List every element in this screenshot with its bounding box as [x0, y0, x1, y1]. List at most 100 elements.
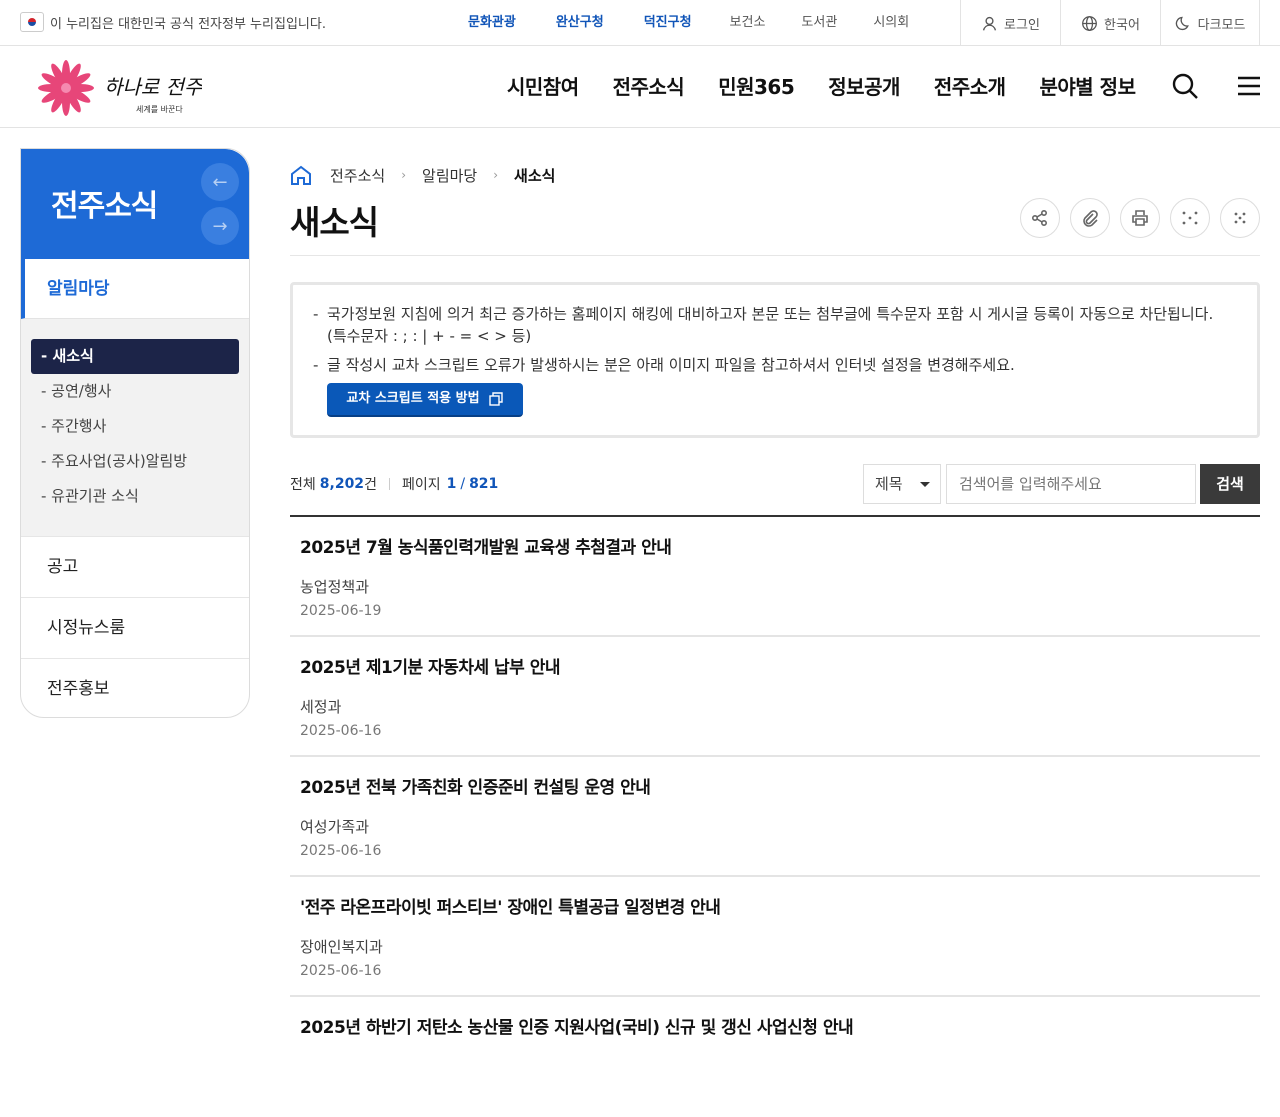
- nav-civic-participation[interactable]: 시민참여: [490, 46, 596, 128]
- family-site-links: 문화관광 완산구청 덕진구청 보건소 도서관 시의회: [448, 0, 927, 46]
- page-separator: /: [460, 476, 466, 492]
- submenu-weekly-events[interactable]: - 주간행사: [31, 409, 239, 444]
- submenu-related-orgs[interactable]: - 유관기관 소식: [31, 479, 239, 514]
- notice-box: 국가정보원 지침에 의거 최근 증가하는 홈페이지 해킹에 대비하고자 본문 또…: [290, 282, 1260, 438]
- nav-info-disclosure[interactable]: 정보공개: [811, 46, 917, 128]
- board-summary: 전체 8,202 건 페이지 1 / 821: [290, 474, 498, 494]
- arrow-right-icon: →: [212, 215, 228, 237]
- attachment-button[interactable]: [1070, 198, 1110, 238]
- site-link-library[interactable]: 도서관: [783, 0, 855, 46]
- side-nav-section-notice-board[interactable]: 알림마당: [21, 259, 249, 319]
- submenu-news[interactable]: - 새소식: [31, 339, 239, 374]
- prev-menu-button[interactable]: ←: [201, 163, 239, 201]
- post-list: 2025년 7월 농식품인력개발원 교육생 추첨결과 안내 농업정책과 2025…: [290, 515, 1260, 1117]
- globe-icon: [1082, 15, 1097, 31]
- post-row[interactable]: '전주 라온프라이빗 퍼스티브' 장애인 특별공급 일정변경 안내 장애인복지과…: [290, 877, 1260, 997]
- post-title[interactable]: 2025년 제1기분 자동차세 납부 안내: [300, 653, 1260, 678]
- search-icon[interactable]: [1171, 72, 1199, 100]
- side-nav-announcements[interactable]: 공고: [21, 536, 249, 597]
- breadcrumb-jeonju-news[interactable]: 전주소식: [330, 165, 385, 186]
- summary-divider: [388, 478, 390, 490]
- breadcrumb-current: 새소식: [514, 166, 556, 185]
- page-total: 821: [469, 476, 499, 492]
- svg-text:세계를 바꾼다: 세계를 바꾼다: [136, 104, 183, 114]
- title-divider: [290, 255, 1260, 256]
- search-input[interactable]: [946, 464, 1196, 504]
- side-nav-header: 전주소식 ← →: [21, 149, 249, 259]
- gov-notice-text: 이 누리집은 대한민국 공식 전자정부 누리집입니다.: [50, 16, 326, 32]
- xss-guide-button[interactable]: 교차 스크립트 적용 방법: [327, 383, 523, 417]
- svg-text:하나로 전주: 하나로 전주: [104, 75, 202, 99]
- flower-logo-icon: 하나로 전주 세계를 바꾼다: [38, 60, 204, 116]
- post-title[interactable]: '전주 라온프라이빗 퍼스티브' 장애인 특별공급 일정변경 안내: [300, 893, 1260, 918]
- post-title[interactable]: 2025년 7월 농식품인력개발원 교육생 추첨결과 안내: [300, 533, 1260, 558]
- page-label: 페이지: [401, 477, 441, 493]
- shrink-button[interactable]: [1220, 198, 1260, 238]
- home-icon[interactable]: [290, 164, 312, 186]
- post-date: 2025-06-19: [300, 603, 382, 619]
- dark-mode-button[interactable]: 다크모드: [1160, 0, 1260, 46]
- paperclip-icon: [1083, 210, 1098, 227]
- post-row[interactable]: 2025년 하반기 저탄소 농산물 인증 지원사업(국비) 신규 및 갱신 사업…: [290, 997, 1260, 1117]
- site-logo[interactable]: 하나로 전주 세계를 바꾼다: [32, 58, 204, 116]
- post-row[interactable]: 2025년 제1기분 자동차세 납부 안내 세정과 2025-06-16: [290, 637, 1260, 757]
- post-date: 2025-06-16: [300, 843, 382, 859]
- post-row[interactable]: 2025년 7월 농식품인력개발원 교육생 추첨결과 안내 농업정책과 2025…: [290, 517, 1260, 637]
- post-department: 세정과: [300, 698, 342, 716]
- menu-icon[interactable]: [1235, 72, 1263, 100]
- site-link-health[interactable]: 보건소: [712, 0, 784, 46]
- total-count: 8,202: [319, 476, 365, 492]
- breadcrumb-notice-board[interactable]: 알림마당: [422, 165, 477, 186]
- post-title[interactable]: 2025년 하반기 저탄소 농산물 인증 지원사업(국비) 신규 및 갱신 사업…: [300, 1013, 1260, 1038]
- gov-notice[interactable]: 이 누리집은 대한민국 공식 전자정부 누리집입니다.: [20, 12, 326, 32]
- moon-icon: [1175, 16, 1189, 30]
- post-department: 농업정책과: [300, 578, 370, 596]
- page-tools: [1020, 198, 1260, 238]
- xss-guide-label: 교차 스크립트 적용 방법: [346, 391, 480, 406]
- side-nav: 전주소식 ← → 알림마당 - 새소식 - 공연/행사 - 주간행사 - 주요사…: [20, 148, 250, 718]
- chevron-right-icon: ›: [493, 168, 499, 182]
- submenu-performances[interactable]: - 공연/행사: [31, 374, 239, 409]
- login-label: 로그인: [1004, 17, 1040, 33]
- korea-flag-icon: [20, 12, 44, 32]
- next-menu-button[interactable]: →: [201, 207, 239, 245]
- search-field-select[interactable]: 제목: [863, 464, 941, 504]
- page-title: 새소식: [290, 203, 379, 242]
- login-button[interactable]: 로그인: [960, 0, 1060, 46]
- print-button[interactable]: [1120, 198, 1160, 238]
- printer-icon: [1132, 210, 1148, 226]
- language-button[interactable]: 한국어: [1060, 0, 1160, 46]
- shrink-dots-icon: [1234, 212, 1246, 224]
- breadcrumb: 전주소식 › 알림마당 › 새소식: [290, 163, 555, 187]
- post-date: 2025-06-16: [300, 963, 382, 979]
- site-link-wansan[interactable]: 완산구청: [536, 0, 624, 46]
- site-link-deokjin[interactable]: 덕진구청: [624, 0, 712, 46]
- share-button[interactable]: [1020, 198, 1060, 238]
- notice-line-special-chars: 국가정보원 지침에 의거 최근 증가하는 홈페이지 해킹에 대비하고자 본문 또…: [313, 303, 1237, 347]
- chevron-right-icon: ›: [401, 168, 407, 182]
- post-department: 여성가족과: [300, 818, 370, 836]
- nav-field-info[interactable]: 분야별 정보: [1023, 46, 1153, 128]
- total-unit: 건: [364, 477, 377, 493]
- search-button[interactable]: 검색: [1200, 464, 1260, 504]
- post-title[interactable]: 2025년 전북 가족친화 인증준비 컨설팅 운영 안내: [300, 773, 1260, 798]
- share-icon: [1031, 209, 1048, 227]
- utility-bar: 이 누리집은 대한민국 공식 전자정부 누리집입니다. 문화관광 완산구청 덕진…: [0, 0, 1280, 46]
- post-row[interactable]: 2025년 전북 가족친화 인증준비 컨설팅 운영 안내 여성가족과 2025-…: [290, 757, 1260, 877]
- nav-civil-service[interactable]: 민원365: [701, 46, 811, 128]
- expand-button[interactable]: [1170, 198, 1210, 238]
- site-link-culture[interactable]: 문화관광: [448, 0, 536, 46]
- site-link-council[interactable]: 시의회: [855, 0, 927, 46]
- submenu-major-projects[interactable]: - 주요사업(공사)알림방: [31, 444, 239, 479]
- expand-dots-icon: [1182, 211, 1198, 225]
- dark-mode-label: 다크모드: [1197, 17, 1246, 33]
- nav-about-jeonju[interactable]: 전주소개: [917, 46, 1023, 128]
- side-nav-newsroom[interactable]: 시정뉴스룸: [21, 597, 249, 658]
- language-label: 한국어: [1104, 17, 1140, 33]
- nav-jeonju-news[interactable]: 전주소식: [596, 46, 702, 128]
- side-nav-promotion[interactable]: 전주홍보: [21, 658, 249, 717]
- arrow-left-icon: ←: [212, 171, 228, 193]
- post-date: 2025-06-16: [300, 723, 382, 739]
- notice-line-xss: 글 작성시 교차 스크립트 오류가 발생하시는 분은 아래 이미지 파일을 참고…: [313, 354, 1237, 376]
- page-current: 1: [446, 476, 457, 492]
